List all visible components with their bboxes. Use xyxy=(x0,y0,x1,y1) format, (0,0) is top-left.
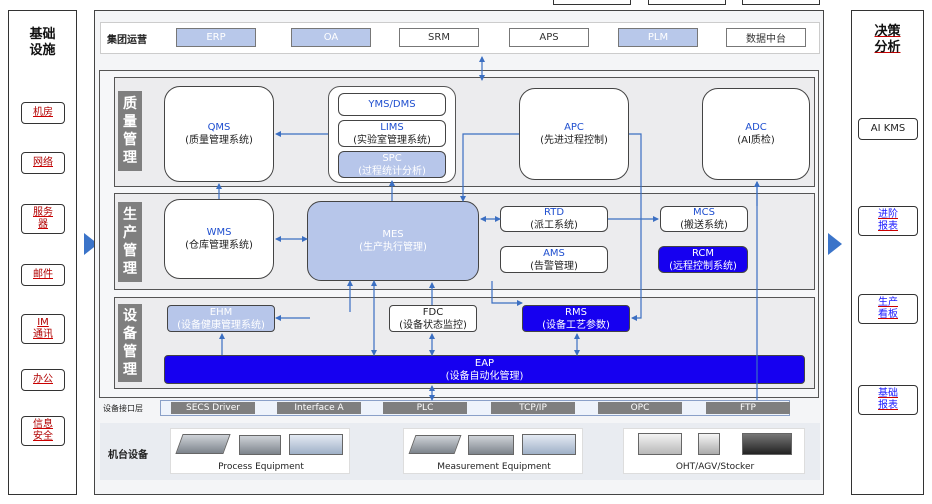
process-equipment-group: Process Equipment xyxy=(170,428,350,474)
wms-name: WMS xyxy=(206,227,232,238)
wms-desc: (仓库管理系统) xyxy=(185,240,253,251)
qms-node[interactable]: QMS (质量管理系统) xyxy=(164,86,274,182)
adc-node[interactable]: ADC (AI质检) xyxy=(702,88,810,180)
measure-machine-2-icon xyxy=(468,435,514,455)
equipment-management-label: 设 备 管 理 xyxy=(118,304,142,382)
system-erp[interactable]: ERP xyxy=(176,28,256,47)
system-oa[interactable]: OA xyxy=(291,28,371,47)
rms-desc: (设备工艺参数) xyxy=(542,319,610,331)
measurement-equipment-label: Measurement Equipment xyxy=(437,462,551,472)
interface-ftp: FTP xyxy=(706,402,790,414)
oht-agv-stocker-label: OHT/AGV/Stocker xyxy=(675,462,755,472)
rtd-name: RTD xyxy=(543,207,565,218)
mes-desc: (生产执行管理) xyxy=(359,242,427,253)
infrastructure-title: 基础 设施 xyxy=(29,27,56,58)
process-equipment-label: Process Equipment xyxy=(218,462,304,472)
oht-agv-stocker-group: OHT/AGV/Stocker xyxy=(623,428,805,474)
system-srm[interactable]: SRM xyxy=(399,28,479,47)
rms-node[interactable]: RMS (设备工艺参数) xyxy=(522,305,630,332)
fdc-node[interactable]: FDC (设备状态监控) xyxy=(389,305,477,332)
machines-label: 机台设备 xyxy=(108,450,148,461)
decision-panel: 决策 分析 AI KMS 进阶 报表 生产 看板 基础 报表 xyxy=(851,10,924,495)
ams-node[interactable]: AMS (告警管理) xyxy=(500,246,608,273)
decision-item-production-board[interactable]: 生产 看板 xyxy=(858,294,918,324)
process-machine-1-icon xyxy=(175,434,231,454)
infrastructure-panel: 基础 设施 机房 网络 服务 器 邮件 IM 通讯 办公 信息 安全 xyxy=(8,10,77,495)
decision-title: 决策 分析 xyxy=(874,24,901,55)
ams-desc: (告警管理) xyxy=(530,260,578,272)
infra-item-network[interactable]: 网络 xyxy=(21,152,65,174)
measure-machine-3-icon xyxy=(522,434,576,455)
ehm-name: EHM xyxy=(209,306,233,318)
spc-desc: (过程统计分析) xyxy=(358,165,426,177)
stocker-machine-icon xyxy=(742,433,792,455)
rms-name: RMS xyxy=(565,306,587,318)
rcm-node[interactable]: RCM (远程控制系统) xyxy=(658,246,748,273)
rtd-desc: (派工系统) xyxy=(530,220,578,231)
mes-node[interactable]: MES (生产执行管理) xyxy=(307,201,479,281)
lims-desc: (实验室管理系统) xyxy=(353,134,431,146)
ehm-node[interactable]: EHM (设备健康管理系统) xyxy=(167,305,275,332)
top-tab-3 xyxy=(742,0,820,5)
oht-machine-icon xyxy=(638,433,682,455)
measurement-equipment-group: Measurement Equipment xyxy=(403,428,583,474)
infra-item-im[interactable]: IM 通讯 xyxy=(21,314,65,344)
apc-desc: (先进过程控制) xyxy=(540,135,608,146)
qms-name: QMS xyxy=(207,122,231,133)
mcs-desc: (搬送系统) xyxy=(680,220,728,231)
quality-management-label: 质 量 管 理 xyxy=(118,91,142,171)
qms-desc: (质量管理系统) xyxy=(185,135,253,146)
rcm-desc: (远程控制系统) xyxy=(669,260,737,272)
eap-name: EAP xyxy=(474,357,495,369)
agv-machine-icon xyxy=(698,433,720,455)
mcs-node[interactable]: MCS (搬送系统) xyxy=(660,206,748,232)
system-aps[interactable]: APS xyxy=(509,28,589,47)
infra-item-server[interactable]: 服务 器 xyxy=(21,204,65,234)
spc-node[interactable]: SPC (过程统计分析) xyxy=(338,151,446,178)
infra-item-office[interactable]: 办公 xyxy=(21,369,65,391)
adc-name: ADC xyxy=(745,122,767,133)
interface-tcp-ip: TCP/IP xyxy=(491,402,575,414)
fdc-name: FDC xyxy=(422,306,444,318)
adc-desc: (AI质检) xyxy=(737,135,775,146)
measure-machine-1-icon xyxy=(408,435,462,454)
lims-name: LIMS xyxy=(380,121,404,133)
yms-node[interactable]: YMS/DMS xyxy=(338,93,446,116)
spc-name: SPC xyxy=(382,152,402,164)
process-machine-3-icon xyxy=(289,434,343,455)
infra-item-security[interactable]: 信息 安全 xyxy=(21,416,65,446)
lims-node[interactable]: LIMS (实验室管理系统) xyxy=(338,120,446,147)
rtd-node[interactable]: RTD (派工系统) xyxy=(500,206,608,232)
process-machine-2-icon xyxy=(239,435,281,455)
group-ops-label: 集团运营 xyxy=(107,35,147,46)
apc-name: APC xyxy=(564,122,584,133)
wms-node[interactable]: WMS (仓库管理系统) xyxy=(164,199,274,279)
eap-desc: (设备自动化管理) xyxy=(445,370,524,382)
top-tab-2 xyxy=(648,0,726,5)
rcm-name: RCM xyxy=(691,247,715,259)
mes-name: MES xyxy=(382,229,404,240)
system-data-platform[interactable]: 数据中台 xyxy=(726,28,806,47)
interface-opc: OPC xyxy=(598,402,682,414)
apc-node[interactable]: APC (先进过程控制) xyxy=(519,88,629,180)
infra-item-mail[interactable]: 邮件 xyxy=(21,264,65,286)
decision-item-ai-kms[interactable]: AI KMS xyxy=(858,118,918,140)
fdc-desc: (设备状态监控) xyxy=(399,319,467,331)
ams-name: AMS xyxy=(543,247,565,259)
top-tab-1 xyxy=(553,0,631,5)
decision-item-basic-report[interactable]: 基础 报表 xyxy=(858,385,918,415)
system-plm[interactable]: PLM xyxy=(618,28,698,47)
right-flow-arrow-icon xyxy=(828,233,842,255)
infra-item-machine-room[interactable]: 机房 xyxy=(21,102,65,124)
production-management-label: 生 产 管 理 xyxy=(118,202,142,282)
interface-layer-label: 设备接口层 xyxy=(103,404,143,413)
decision-item-advanced-report[interactable]: 进阶 报表 xyxy=(858,206,918,236)
eap-node[interactable]: EAP (设备自动化管理) xyxy=(164,355,805,384)
mcs-name: MCS xyxy=(693,207,715,218)
interface-interface-a: Interface A xyxy=(277,402,361,414)
interface-plc: PLC xyxy=(383,402,467,414)
ehm-desc: (设备健康管理系统) xyxy=(177,319,265,331)
interface-secs-driver: SECS Driver xyxy=(171,402,255,414)
